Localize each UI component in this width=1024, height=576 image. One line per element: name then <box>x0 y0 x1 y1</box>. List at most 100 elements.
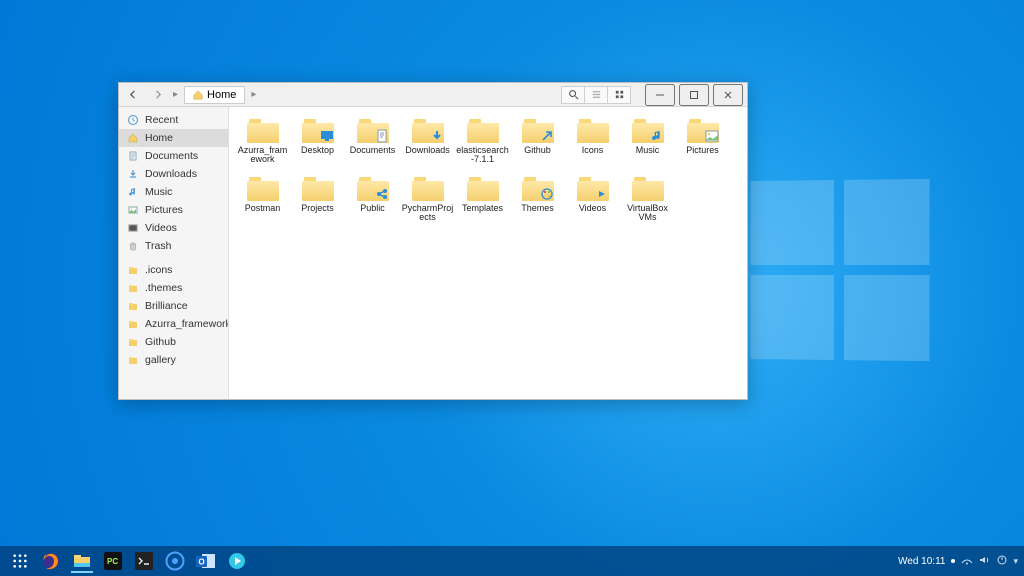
sidebar-bookmark[interactable]: .icons <box>119 261 228 279</box>
content-area[interactable]: Azurra_frameworkDesktop Documents Download… <box>229 107 747 399</box>
breadcrumb-separator: ▸ <box>249 89 258 100</box>
music-icon <box>127 186 139 198</box>
nav-back-button[interactable] <box>123 86 143 104</box>
folder-item[interactable]: Documents <box>345 117 400 165</box>
sidebar-item-videos[interactable]: Videos <box>119 219 228 237</box>
folder-item[interactable]: Icons <box>565 117 620 165</box>
folder-label: elasticsearch-7.1.1 <box>456 146 510 165</box>
toolbar-right <box>562 86 631 104</box>
sidebar-item-label: Github <box>145 336 176 348</box>
folder-icon <box>632 175 664 201</box>
folder-label: Downloads <box>405 146 450 155</box>
titlebar: ▸ Home ▸ <box>119 83 747 107</box>
sidebar-bookmark[interactable]: Github <box>119 333 228 351</box>
sidebar-item-downloads[interactable]: Downloads <box>119 165 228 183</box>
svg-text:O: O <box>199 558 205 567</box>
folder-icon <box>577 117 609 143</box>
folder-label: Documents <box>350 146 396 155</box>
taskbar-firefox-icon[interactable] <box>37 548 65 574</box>
folder-label: Icons <box>582 146 604 155</box>
sidebar-bookmark[interactable]: gallery <box>119 351 228 369</box>
folder-icon <box>357 117 389 143</box>
sidebar-item-label: Recent <box>145 114 178 126</box>
folder-item[interactable]: Projects <box>290 175 345 223</box>
folder-icon <box>247 117 279 143</box>
folder-item[interactable]: PycharmProjects <box>400 175 455 223</box>
view-list-button[interactable] <box>584 86 608 104</box>
video-icon <box>127 222 139 234</box>
sidebar-item-documents[interactable]: Documents <box>119 147 228 165</box>
sidebar-item-label: Downloads <box>145 168 197 180</box>
folder-icon <box>522 175 554 201</box>
taskbar-chromium-icon[interactable] <box>161 548 189 574</box>
folder-label: Templates <box>462 204 503 213</box>
folder-item[interactable]: elasticsearch-7.1.1 <box>455 117 510 165</box>
tray-chevron-icon[interactable]: ▾ <box>1013 556 1018 567</box>
taskbar-media-icon[interactable] <box>223 548 251 574</box>
download-icon <box>127 168 139 180</box>
folder-item[interactable]: Github <box>510 117 565 165</box>
sidebar-bookmark[interactable]: Brilliance <box>119 297 228 315</box>
wallpaper-windows-logo <box>751 179 930 361</box>
system-tray: Wed 10:11 ▾ <box>898 555 1018 567</box>
folder-icon <box>357 175 389 201</box>
taskbar-files-icon[interactable] <box>68 548 96 574</box>
tray-clock[interactable]: Wed 10:11 <box>898 556 945 567</box>
sidebar-item-label: .icons <box>145 264 172 276</box>
sidebar-item-label: Brilliance <box>145 300 188 312</box>
sidebar-item-trash[interactable]: Trash <box>119 237 228 255</box>
folder-item[interactable]: Desktop <box>290 117 345 165</box>
tray-power-icon[interactable] <box>997 555 1007 567</box>
breadcrumb-home[interactable]: Home <box>184 86 245 104</box>
sidebar-item-label: gallery <box>145 354 176 366</box>
folder-icon <box>467 117 499 143</box>
folder-item[interactable]: VirtualBox VMs <box>620 175 675 223</box>
folder-item[interactable]: Public <box>345 175 400 223</box>
folder-item[interactable]: Postman <box>235 175 290 223</box>
folder-item[interactable]: Themes <box>510 175 565 223</box>
folder-item[interactable]: Azurra_framework <box>235 117 290 165</box>
tray-indicator-icon[interactable] <box>951 559 955 563</box>
sidebar-item-label: Documents <box>145 150 198 162</box>
folder-icon <box>522 117 554 143</box>
folder-label: Public <box>360 204 385 213</box>
sidebar-bookmark[interactable]: Azurra_framework <box>119 315 228 333</box>
tray-network-icon[interactable] <box>961 555 973 567</box>
picture-icon <box>127 204 139 216</box>
folder-icon <box>302 175 334 201</box>
sidebar-item-recent[interactable]: Recent <box>119 111 228 129</box>
breadcrumb-separator: ▸ <box>171 89 180 100</box>
picture-overlay-icon <box>705 129 719 143</box>
tray-volume-icon[interactable] <box>979 555 991 567</box>
sidebar-item-music[interactable]: Music <box>119 183 228 201</box>
folder-item[interactable]: Pictures <box>675 117 730 165</box>
folder-icon <box>467 175 499 201</box>
sidebar-item-pictures[interactable]: Pictures <box>119 201 228 219</box>
folder-icon <box>247 175 279 201</box>
taskbar-pycharm-icon[interactable]: PC <box>99 548 127 574</box>
sidebar-item-home[interactable]: Home <box>119 129 228 147</box>
trash-icon <box>127 240 139 252</box>
sidebar-item-label: Music <box>145 186 172 198</box>
folder-item[interactable]: Downloads <box>400 117 455 165</box>
folder-label: PycharmProjects <box>401 204 455 223</box>
folder-item[interactable]: Videos <box>565 175 620 223</box>
sidebar-item-label: Pictures <box>145 204 183 216</box>
window-close-button[interactable] <box>713 84 743 106</box>
doc-overlay-icon <box>375 129 389 143</box>
sidebar-bookmark[interactable]: .themes <box>119 279 228 297</box>
folder-item[interactable]: Music <box>620 117 675 165</box>
folder-label: Projects <box>301 204 334 213</box>
nav-forward-button[interactable] <box>147 86 167 104</box>
taskbar-outlook-icon[interactable]: O <box>192 548 220 574</box>
view-grid-button[interactable] <box>607 86 631 104</box>
folder-icon <box>127 354 139 366</box>
window-minimize-button[interactable] <box>645 84 675 106</box>
folder-icon <box>632 117 664 143</box>
window-maximize-button[interactable] <box>679 84 709 106</box>
search-button[interactable] <box>561 86 585 104</box>
taskbar-apps-button[interactable] <box>6 548 34 574</box>
folder-icon <box>687 117 719 143</box>
taskbar-terminal-icon[interactable] <box>130 548 158 574</box>
folder-item[interactable]: Templates <box>455 175 510 223</box>
